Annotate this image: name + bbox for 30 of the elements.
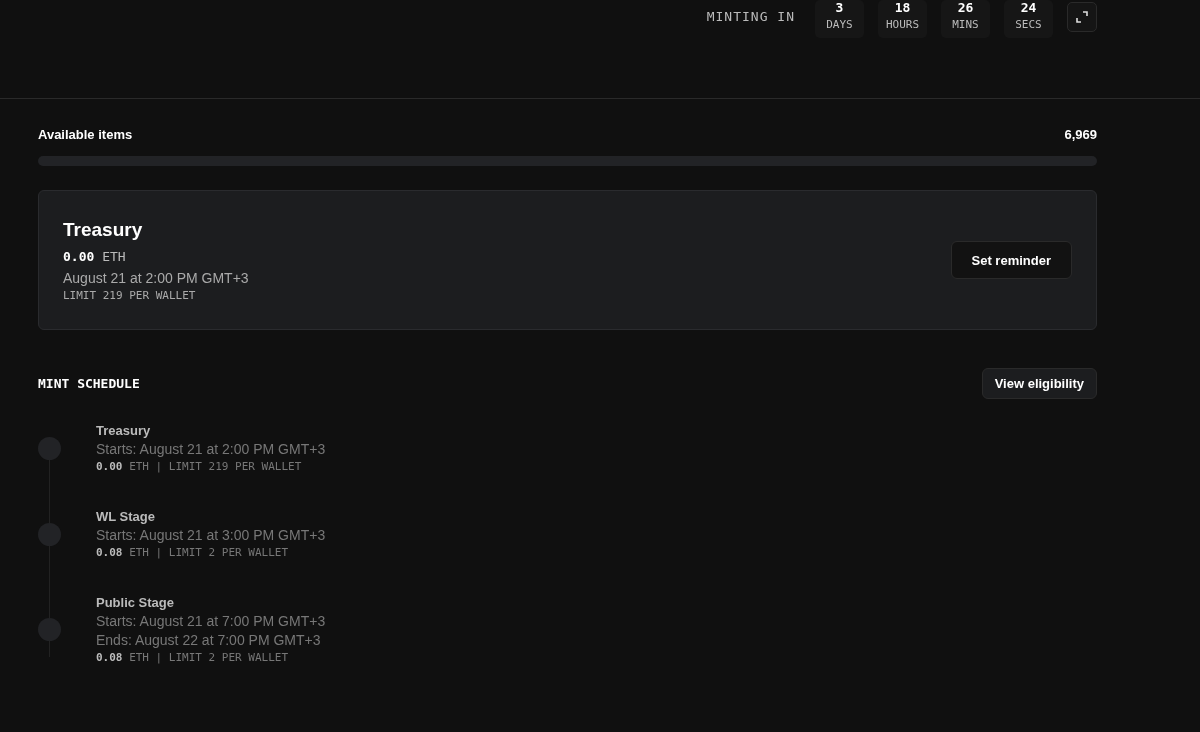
schedule-title: MINT SCHEDULE	[38, 376, 140, 391]
countdown-unit-label: DAYS	[826, 18, 853, 31]
stage-time: Ends: August 22 at 7:00 PM GMT+3	[96, 632, 322, 648]
stage-name: Treasury	[96, 423, 152, 438]
stage-price-limit: 0.08 ETH | LIMIT 2 PER WALLET	[96, 546, 290, 559]
set-reminder-button[interactable]: Set reminder	[950, 241, 1072, 279]
countdown-unit-label: HOURS	[885, 18, 920, 31]
countdown-label: MINTING IN	[706, 9, 795, 24]
stage-date: August 21 at 2:00 PM GMT+3	[63, 269, 249, 286]
stage-price: 0.00 ETH	[63, 248, 127, 264]
expand-icon	[1076, 11, 1088, 23]
stage-name: WL Stage	[96, 509, 156, 524]
countdown-value: 3	[835, 0, 844, 15]
stage-limit: LIMIT 219 PER WALLET	[63, 288, 197, 302]
supply-count: 6,969	[1064, 127, 1097, 142]
supply-label: Available items	[38, 127, 133, 142]
countdown-value: 26	[957, 0, 974, 15]
stage-title: Treasury	[63, 218, 144, 241]
countdown-unit-label: SECS	[1015, 18, 1042, 31]
countdown-value: 24	[1020, 0, 1037, 15]
stage-name: Public Stage	[96, 595, 176, 610]
stage-time: Starts: August 21 at 2:00 PM GMT+3	[96, 441, 326, 457]
stage-price-limit: 0.00 ETH | LIMIT 219 PER WALLET	[96, 460, 303, 473]
stage-time: Starts: August 21 at 7:00 PM GMT+3	[96, 613, 326, 629]
stage-time: Starts: August 21 at 3:00 PM GMT+3	[96, 527, 326, 543]
stage-price-limit: 0.08 ETH | LIMIT 2 PER WALLET	[96, 651, 290, 664]
view-eligibility-button[interactable]: View eligibility	[981, 368, 1097, 399]
expand-button[interactable]	[1067, 2, 1097, 32]
countdown-value: 18	[894, 0, 911, 15]
countdown-unit-label: MINS	[952, 18, 979, 31]
